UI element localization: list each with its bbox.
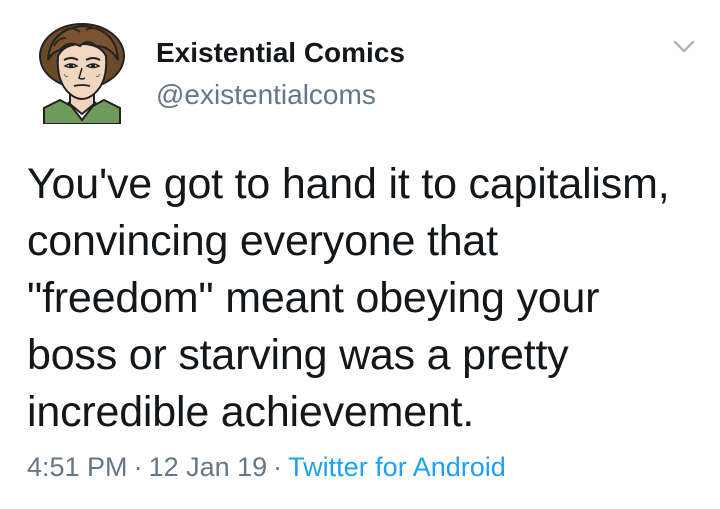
tweet-card: Existential Comics @existentialcoms You'… — [0, 0, 720, 509]
tweet-source-link[interactable]: Twitter for Android — [288, 452, 506, 482]
separator: · — [133, 452, 143, 482]
tweet-author[interactable]: Existential Comics @existentialcoms — [156, 36, 405, 112]
tweet-date[interactable]: 12 Jan 19 — [149, 452, 268, 482]
tweet-metadata: 4:51 PM · 12 Jan 19 · Twitter for Android — [27, 450, 506, 484]
separator: · — [273, 452, 283, 482]
tweet-time[interactable]: 4:51 PM — [27, 452, 128, 482]
user-handle[interactable]: @existentialcoms — [156, 78, 405, 112]
avatar-portrait-icon — [39, 23, 125, 125]
avatar[interactable] — [30, 16, 134, 125]
chevron-down-icon[interactable] — [670, 36, 698, 58]
tweet-text: You've got to hand it to capitalism, con… — [27, 160, 670, 436]
display-name[interactable]: Existential Comics — [156, 36, 405, 70]
